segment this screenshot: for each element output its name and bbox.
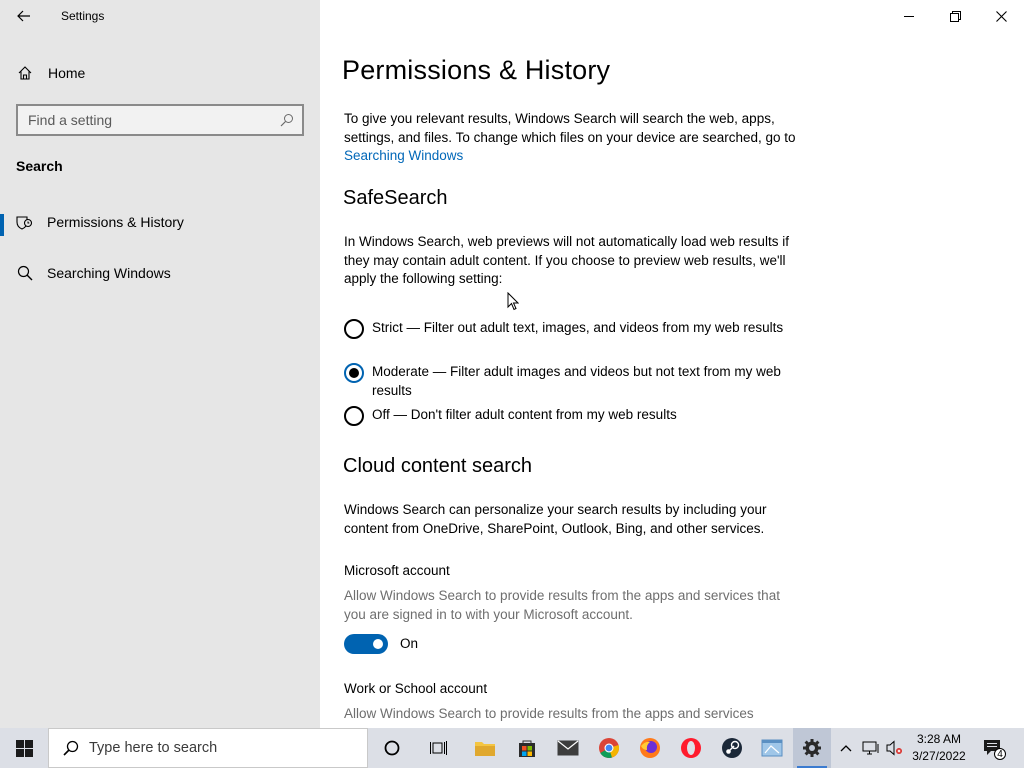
chevron-up-icon xyxy=(840,745,852,752)
radio-label: Moderate — Filter adult images and video… xyxy=(372,364,781,398)
safesearch-option-strict[interactable]: Strict — Filter out adult text, images, … xyxy=(344,319,804,339)
file-explorer-button[interactable] xyxy=(465,728,505,768)
safesearch-heading: SafeSearch xyxy=(343,187,448,209)
find-setting-box[interactable] xyxy=(16,104,304,136)
taskbar-search-box[interactable]: Type here to search xyxy=(48,728,368,768)
sidebar-item-label: Searching Windows xyxy=(47,265,171,281)
mail-button[interactable] xyxy=(548,728,588,768)
store-bag-icon xyxy=(519,740,535,757)
home-icon xyxy=(15,63,35,83)
main-content: Permissions & History To give you releva… xyxy=(320,0,1024,728)
microsoft-account-title: Microsoft account xyxy=(344,563,450,578)
taskbar: Type here to search 3:28 AM 3/27/2022 4 xyxy=(0,728,1024,768)
back-button[interactable] xyxy=(10,4,38,28)
intro-paragraph: To give you relevant results, Windows Se… xyxy=(344,110,804,166)
radio-label: Strict — Filter out adult text, images, … xyxy=(372,320,784,335)
notification-count-badge: 4 xyxy=(994,748,1006,760)
sidebar-item-searching-windows[interactable]: Searching Windows xyxy=(0,253,320,293)
mail-envelope-icon xyxy=(557,740,579,756)
microsoft-account-toggle[interactable] xyxy=(344,634,388,654)
work-account-title: Work or School account xyxy=(344,681,488,696)
page-title: Permissions & History xyxy=(342,55,611,85)
volume-muted-icon xyxy=(886,740,902,756)
network-button[interactable] xyxy=(860,728,882,768)
search-icon xyxy=(15,263,35,283)
firefox-button[interactable] xyxy=(630,728,670,768)
taskbar-search-placeholder: Type here to search xyxy=(89,740,218,756)
radio-label: Off — Don't filter adult content from my… xyxy=(372,407,677,422)
cortana-button[interactable] xyxy=(372,728,412,768)
toggle-state-label: On xyxy=(400,636,419,651)
chrome-button[interactable] xyxy=(589,728,629,768)
safesearch-description: In Windows Search, web previews will not… xyxy=(344,234,789,286)
safesearch-option-moderate[interactable]: Moderate — Filter adult images and video… xyxy=(344,363,804,400)
show-hidden-icons-button[interactable] xyxy=(836,728,856,768)
section-label: Search xyxy=(16,158,63,174)
task-view-button[interactable] xyxy=(419,728,459,768)
searching-windows-link[interactable]: Searching Windows xyxy=(344,148,463,163)
radio-button[interactable] xyxy=(344,406,364,426)
sidebar-item-permissions-history[interactable]: Permissions & History xyxy=(0,202,320,242)
gear-icon xyxy=(803,739,821,757)
network-icon xyxy=(862,741,879,755)
radio-button[interactable] xyxy=(344,319,364,339)
chrome-icon xyxy=(599,738,620,758)
safesearch-option-off[interactable]: Off — Don't filter adult content from my… xyxy=(344,406,804,426)
folder-icon xyxy=(475,742,495,756)
task-view-icon xyxy=(430,741,447,755)
settings-taskbar-button[interactable] xyxy=(793,728,831,768)
work-account-description: Allow Windows Search to provide results … xyxy=(344,706,754,721)
microsoft-store-button[interactable] xyxy=(507,728,547,768)
cloud-search-description: Windows Search can personalize your sear… xyxy=(344,502,767,536)
clock-time: 3:28 AM xyxy=(916,732,962,746)
action-center-button[interactable]: 4 xyxy=(978,728,1008,768)
nav-home-label: Home xyxy=(48,65,86,81)
volume-button[interactable] xyxy=(883,728,905,768)
opera-button[interactable] xyxy=(671,728,711,768)
steam-button[interactable] xyxy=(712,728,752,768)
search-icon xyxy=(63,740,79,756)
windows-logo-icon xyxy=(15,739,33,757)
find-setting-input[interactable] xyxy=(18,106,268,134)
permissions-shield-icon xyxy=(15,212,35,232)
cortana-circle-icon xyxy=(384,740,400,756)
clock-date: 3/27/2022 xyxy=(912,749,966,763)
clock[interactable]: 3:28 AM 3/27/2022 xyxy=(908,731,970,765)
search-icon[interactable] xyxy=(280,113,294,127)
sidebar-item-label: Permissions & History xyxy=(47,214,184,230)
opera-icon xyxy=(681,738,701,758)
radio-button-selected[interactable] xyxy=(344,363,364,383)
microsoft-account-description: Allow Windows Search to provide results … xyxy=(344,588,780,622)
firefox-icon xyxy=(640,738,660,758)
start-button[interactable] xyxy=(0,728,48,768)
steam-icon xyxy=(722,738,742,758)
intro-text: To give you relevant results, Windows Se… xyxy=(344,111,796,145)
nav-home[interactable]: Home xyxy=(0,53,320,93)
window-app-button[interactable] xyxy=(752,728,792,768)
back-arrow-icon xyxy=(17,10,30,22)
settings-sidebar: Settings Home Search Permissions & Histo… xyxy=(0,0,320,728)
mouse-cursor-icon xyxy=(507,292,519,311)
app-title: Settings xyxy=(61,9,105,23)
cloud-search-heading: Cloud content search xyxy=(343,455,533,477)
app-window-icon xyxy=(761,739,783,757)
